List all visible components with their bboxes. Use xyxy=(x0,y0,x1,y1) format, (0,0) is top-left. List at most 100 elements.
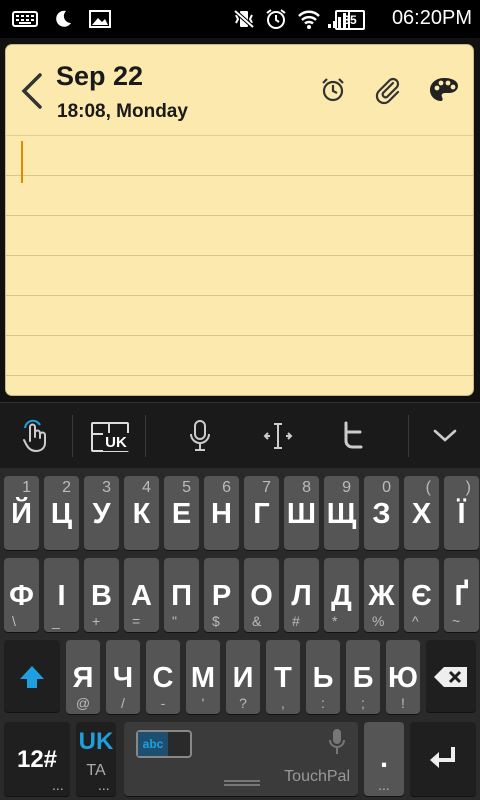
more-hint: ... xyxy=(378,777,390,793)
letter-key[interactable]: Ь: xyxy=(306,640,340,714)
letter-key[interactable]: М ' xyxy=(186,640,220,714)
key-label: І xyxy=(57,580,66,612)
letter-key[interactable]: П " xyxy=(164,558,199,632)
period-key[interactable]: . ... xyxy=(364,722,404,796)
letter-key[interactable]: Я @ xyxy=(66,640,100,714)
symbols-key[interactable]: 12# ... xyxy=(4,722,70,796)
key-hint: ^ xyxy=(412,613,419,629)
key-label: Б xyxy=(352,662,374,694)
letter-key[interactable]: Ї) xyxy=(444,476,479,550)
letter-key[interactable]: С- xyxy=(146,640,180,714)
letter-key[interactable]: І _ xyxy=(44,558,79,632)
key-hint: # xyxy=(292,613,300,629)
letter-key[interactable]: Ж% xyxy=(364,558,399,632)
letter-key[interactable]: У3 xyxy=(84,476,119,550)
key-label: Є xyxy=(411,580,432,612)
key-label: Т xyxy=(274,662,292,694)
letter-key[interactable]: К4 xyxy=(124,476,159,550)
back-button[interactable] xyxy=(18,71,46,111)
cursor-arrows-icon xyxy=(263,423,293,449)
language-key[interactable]: UK TA ... xyxy=(76,722,116,796)
letter-key[interactable]: О & xyxy=(244,558,279,632)
key-hint: 4 xyxy=(142,479,151,496)
paperclip-icon xyxy=(375,77,400,105)
language-layout-button[interactable]: UK xyxy=(73,403,145,469)
backspace-key[interactable] xyxy=(426,640,476,712)
alarm-icon xyxy=(264,8,288,30)
voice-input-button[interactable] xyxy=(165,403,235,469)
letter-key[interactable]: Ф \ xyxy=(4,558,39,632)
shift-arrow-icon xyxy=(20,666,44,688)
letter-key[interactable]: Ґ ~ xyxy=(444,558,479,632)
letter-key[interactable]: Щ9 xyxy=(324,476,359,550)
space-key[interactable]: abc TouchPal xyxy=(124,722,358,796)
microphone-icon xyxy=(190,420,210,451)
space-bar-mark xyxy=(224,780,260,782)
letter-key[interactable]: З0 xyxy=(364,476,399,550)
key-label: З xyxy=(372,498,391,530)
key-hint: 1 xyxy=(22,479,31,496)
letter-key[interactable]: Д * xyxy=(324,558,359,632)
letter-key[interactable]: И? xyxy=(226,640,260,714)
letter-key[interactable]: Б; xyxy=(346,640,380,714)
shift-key[interactable] xyxy=(4,640,60,712)
twitter-icon xyxy=(344,421,363,449)
letter-key[interactable]: Р $ xyxy=(204,558,239,632)
twitter-button[interactable] xyxy=(316,403,386,469)
key-hint: ? xyxy=(239,695,247,711)
letter-key[interactable]: Ч / xyxy=(106,640,140,714)
key-label: Ж xyxy=(368,580,395,612)
letter-key[interactable]: Т, xyxy=(266,640,300,714)
cursor-move-button[interactable] xyxy=(243,403,313,469)
letter-key[interactable]: А = xyxy=(124,558,159,632)
letter-key[interactable]: Ю! xyxy=(386,640,420,714)
key-hint: % xyxy=(372,613,385,629)
key-label: Ю xyxy=(388,662,418,694)
input-mode-label: abc xyxy=(138,732,168,756)
key-label: Ц xyxy=(50,498,73,530)
key-label: А xyxy=(131,580,152,612)
palette-icon xyxy=(430,78,458,101)
key-hint: ~ xyxy=(452,613,461,629)
letter-key[interactable]: В + xyxy=(84,558,119,632)
alarm-clock-icon xyxy=(322,78,344,102)
key-hint: : xyxy=(321,695,325,711)
letter-key[interactable]: Н6 xyxy=(204,476,239,550)
key-hint: ) xyxy=(465,479,471,496)
reminder-button[interactable] xyxy=(316,73,350,107)
key-hint: 0 xyxy=(382,479,391,496)
letter-key[interactable]: Ш8 xyxy=(284,476,319,550)
more-hint: ... xyxy=(52,777,64,793)
key-label: Ф xyxy=(9,580,34,612)
keyboard-layout-icon: UK xyxy=(91,422,129,452)
letter-key[interactable]: Х( xyxy=(404,476,439,550)
key-hint: + xyxy=(92,613,101,629)
letter-key[interactable]: Й1 xyxy=(4,476,39,550)
gesture-button[interactable] xyxy=(0,403,72,469)
letter-key[interactable]: Е5 xyxy=(164,476,199,550)
key-hint: ; xyxy=(361,695,365,711)
letter-key[interactable]: Є ^ xyxy=(404,558,439,632)
key-label: Й xyxy=(11,498,32,530)
hide-keyboard-button[interactable] xyxy=(409,403,480,469)
key-label: Ш xyxy=(286,498,317,530)
key-label: Я xyxy=(72,662,94,694)
key-hint: - xyxy=(160,695,166,711)
letter-key[interactable]: Л # xyxy=(284,558,319,632)
backspace-icon xyxy=(434,667,467,687)
layout-language-label: UK xyxy=(103,433,129,451)
key-label: У xyxy=(92,498,111,530)
key-label: Г xyxy=(253,498,270,530)
theme-button[interactable] xyxy=(427,73,461,107)
enter-key[interactable] xyxy=(410,722,476,796)
keyboard-brand: TouchPal xyxy=(284,768,350,785)
key-hint: 3 xyxy=(102,479,111,496)
vibrate-off-icon xyxy=(232,8,256,30)
text-cursor xyxy=(21,141,23,183)
attach-button[interactable] xyxy=(371,73,405,107)
key-hint: @ xyxy=(75,695,91,711)
note-body[interactable] xyxy=(6,136,473,395)
letter-key[interactable]: Ц2 xyxy=(44,476,79,550)
input-mode-toggle: abc xyxy=(136,730,192,758)
letter-key[interactable]: Г7 xyxy=(244,476,279,550)
